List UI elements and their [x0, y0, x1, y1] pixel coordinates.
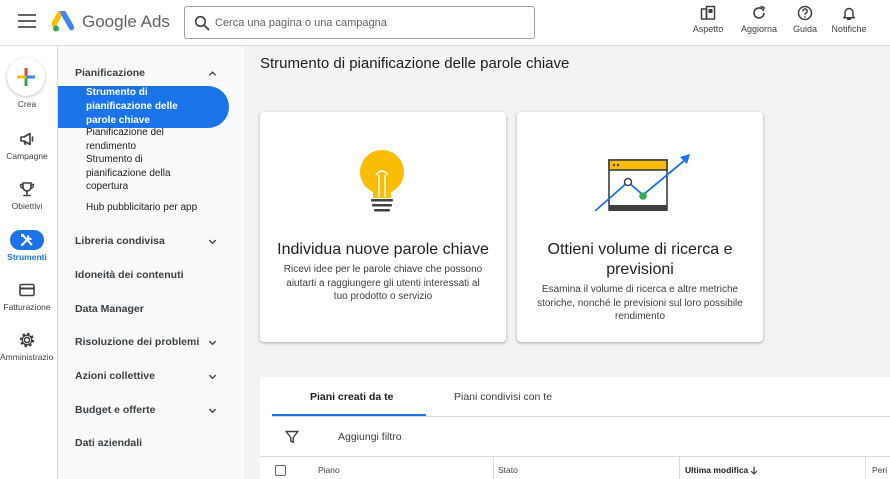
notifications-button[interactable]: Notifiche: [824, 5, 874, 39]
bell-icon: [842, 7, 856, 21]
chevron-down-icon[interactable]: [208, 372, 217, 381]
nav-section-planning[interactable]: Pianificazione: [75, 67, 145, 79]
rail-item-billing-label[interactable]: Fatturazione: [0, 302, 54, 312]
nav-item-app-advertising-hub[interactable]: Hub pubblicitario per app: [86, 201, 206, 215]
search-volume-card[interactable]: Ottieni volume di ricerca e previsioni E…: [517, 112, 763, 342]
tab-shared-plans[interactable]: Piani condivisi con te: [454, 391, 552, 403]
create-label: Crea: [17, 99, 37, 109]
top-bar: Google Ads Aspetto Aggiorna Guida: [0, 0, 890, 46]
search-input[interactable]: [215, 12, 525, 33]
nav-section-data-manager[interactable]: Data Manager: [75, 303, 144, 315]
nav-section-troubleshooting[interactable]: Risoluzione dei problemi: [75, 336, 199, 348]
credit-card-icon[interactable]: [18, 281, 36, 299]
nav-section-content-suitability[interactable]: Idoneità dei contenuti: [75, 269, 184, 281]
column-header-plan[interactable]: Piano: [318, 465, 340, 475]
plus-icon: [17, 68, 35, 86]
gear-icon[interactable]: [18, 331, 36, 349]
appearance-label: Aspetto: [692, 24, 724, 34]
add-filter-button[interactable]: Aggiungi filtro: [338, 431, 402, 443]
chevron-up-icon[interactable]: [208, 69, 217, 78]
rail-item-campaigns-label[interactable]: Campagne: [0, 151, 54, 161]
lightbulb-icon: [360, 150, 404, 212]
page-title: Strumento di pianificazione delle parole…: [260, 55, 570, 72]
nav-section-shared-library[interactable]: Libreria condivisa: [75, 235, 165, 247]
chevron-down-icon[interactable]: [208, 237, 217, 246]
nav-item-keyword-planner-label: Strumento di pianificazione delle parole…: [86, 87, 178, 126]
search-box[interactable]: [184, 6, 535, 39]
google-ads-logo-icon: [52, 11, 75, 32]
help-button[interactable]: Guida: [780, 5, 830, 39]
menu-icon[interactable]: [18, 14, 36, 28]
rail-item-admin-label[interactable]: Amministrazione: [0, 352, 54, 362]
discover-keywords-description: Ricevi idee per le parole chiave che pos…: [283, 264, 483, 302]
refresh-label: Aggiorna: [740, 24, 778, 34]
nav-item-performance-planner[interactable]: Pianificazione del rendimento: [86, 126, 206, 153]
column-separator: [865, 457, 866, 479]
table-header-divider: [260, 456, 890, 457]
tab-my-plans[interactable]: Piani creati da te: [310, 391, 393, 403]
help-label: Guida: [792, 24, 818, 34]
chevron-down-icon[interactable]: [208, 406, 217, 415]
trend-chart-icon: [594, 154, 690, 212]
filter-icon[interactable]: [285, 430, 299, 444]
tabs-divider: [272, 416, 890, 417]
help-icon: [797, 5, 813, 21]
nav-section-budgets-bids[interactable]: Budget e offerte: [75, 404, 156, 416]
nav-item-reach-planner[interactable]: Strumento di pianificazione della copert…: [86, 153, 206, 194]
search-volume-description: Esamina il volume di ricerca e altre met…: [537, 284, 743, 322]
active-tab-indicator: [272, 414, 426, 416]
rail-item-goals-label[interactable]: Obiettivi: [0, 201, 54, 211]
column-header-last-modified[interactable]: Ultima modifica: [685, 465, 748, 475]
column-header-period[interactable]: Peri: [872, 465, 887, 475]
nav-item-keyword-planner[interactable]: Strumento di pianificazione delle parole…: [58, 86, 229, 128]
select-all-checkbox[interactable]: [275, 465, 286, 476]
refresh-button[interactable]: Aggiorna: [734, 5, 784, 39]
refresh-icon: [753, 5, 765, 19]
nav-section-business-data[interactable]: Dati aziendali: [75, 437, 142, 449]
notifications-label: Notifiche: [831, 24, 867, 34]
rail-item-tools[interactable]: [10, 230, 44, 250]
brand-name: Google Ads: [82, 12, 170, 31]
appearance-button[interactable]: Aspetto: [683, 5, 733, 39]
plans-panel: Piani creati da te Piani condivisi con t…: [260, 377, 890, 479]
search-volume-title: Ottieni volume di ricerca e previsioni: [547, 241, 733, 278]
nav-section-bulk-actions[interactable]: Azioni collettive: [75, 370, 155, 382]
tools-icon: [20, 234, 33, 247]
sort-down-arrow-icon[interactable]: [750, 466, 758, 475]
rail-item-tools-label[interactable]: Strumenti: [0, 252, 54, 262]
create-button[interactable]: [7, 58, 45, 96]
trophy-icon[interactable]: [18, 180, 36, 198]
megaphone-icon[interactable]: [18, 130, 36, 148]
side-navigation: Pianificazione Strumento di pianificazio…: [58, 46, 244, 479]
column-separator: [493, 457, 494, 479]
left-rail: Crea Campagne Obiettivi Strumenti Fattur…: [0, 46, 58, 479]
column-separator: [679, 457, 680, 479]
discover-keywords-card[interactable]: Individua nuove parole chiave Ricevi ide…: [260, 112, 506, 342]
column-header-status[interactable]: Stato: [498, 465, 518, 475]
search-icon: [194, 15, 210, 31]
appearance-icon: [700, 5, 716, 20]
discover-keywords-title: Individua nuove parole chiave: [277, 241, 489, 258]
chevron-down-icon[interactable]: [208, 338, 217, 347]
